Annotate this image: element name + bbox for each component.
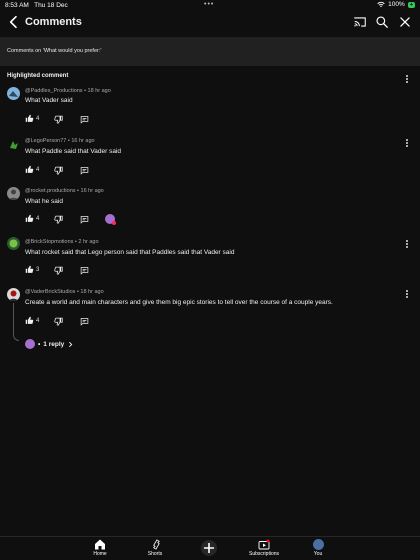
more-vert-icon[interactable]: [403, 74, 411, 84]
thumb-down-icon[interactable]: [54, 215, 63, 224]
subscriptions-icon: [258, 539, 270, 550]
reply-icon[interactable]: [80, 166, 89, 175]
thumb-up-icon[interactable]: [25, 165, 34, 174]
status-right: 100% +: [377, 1, 415, 8]
create-icon: [204, 543, 214, 553]
reply-icon[interactable]: [80, 115, 89, 124]
bottom-navigation: Home Shorts Subscriptions You: [0, 536, 420, 560]
video-context-banner[interactable]: Comments on 'What would you prefer:': [0, 37, 420, 66]
more-vert-icon[interactable]: [403, 289, 411, 299]
comment-actions: 4: [25, 114, 145, 124]
comment-text: What he said: [25, 198, 63, 205]
creator-avatar: [25, 339, 35, 349]
nav-shorts[interactable]: Shorts: [135, 539, 175, 557]
search-icon[interactable]: [375, 15, 389, 29]
highlighted-comment-label: Highlighted comment: [7, 73, 69, 79]
back-arrow-icon[interactable]: [6, 14, 22, 30]
thumb-down-icon[interactable]: [54, 115, 63, 124]
comment-actions: 3: [25, 265, 145, 275]
profile-avatar: [312, 539, 324, 550]
reply-icon[interactable]: [80, 215, 89, 224]
comment-text: What Paddle said that Vader said: [25, 148, 121, 155]
comment-author-meta[interactable]: @Paddles_Productions • 18 hr ago: [25, 88, 111, 94]
comment-text: What rocket said that Lego person said t…: [25, 249, 235, 256]
close-icon[interactable]: [398, 15, 412, 29]
comment-author-meta[interactable]: @VaderBrickStudios • 18 hr ago: [25, 289, 104, 295]
battery-percent: 100%: [388, 1, 405, 8]
creator-heart-icon: [105, 214, 116, 225]
reply-thread-line: [13, 303, 19, 341]
create-button[interactable]: [201, 540, 217, 556]
status-date: Thu 18 Dec: [34, 2, 68, 9]
status-time-date: 8:53 AM Thu 18 Dec: [5, 2, 68, 9]
thumb-down-icon[interactable]: [54, 166, 63, 175]
nav-subscriptions[interactable]: Subscriptions: [244, 539, 284, 557]
nav-home[interactable]: Home: [80, 539, 120, 557]
banner-text: Comments on 'What would you prefer:': [7, 48, 102, 54]
thumb-up-icon[interactable]: [25, 265, 34, 274]
comment-author-meta[interactable]: @rocket.productions • 16 hr ago: [25, 188, 104, 194]
comment-actions: 4: [25, 165, 145, 175]
comment-author-meta[interactable]: @BrickStopmotions • 2 hr ago: [25, 239, 99, 245]
thumb-down-icon[interactable]: [54, 317, 63, 326]
home-icon: [95, 539, 105, 550]
cast-icon[interactable]: [353, 15, 367, 29]
more-vert-icon[interactable]: [403, 138, 411, 148]
comment-actions: 4: [25, 316, 145, 326]
thumb-up-icon[interactable]: [25, 316, 34, 325]
avatar[interactable]: [7, 187, 20, 200]
reply-separator: •: [38, 340, 41, 348]
battery-icon: +: [407, 1, 415, 8]
chevron-right-icon: [69, 341, 73, 347]
view-replies-button[interactable]: • 1 reply: [25, 338, 74, 350]
reply-icon[interactable]: [80, 317, 89, 326]
reply-icon[interactable]: [80, 266, 89, 275]
reply-count: 1 reply: [43, 340, 65, 348]
status-bar: 8:53 AM Thu 18 Dec ••• 100% +: [0, 0, 420, 11]
like-count: 4: [36, 167, 40, 173]
status-time: 8:53 AM: [5, 2, 29, 9]
page-title: Comments: [25, 16, 82, 28]
comment-actions: 4: [25, 214, 145, 225]
nav-shorts-label: Shorts: [147, 551, 163, 557]
like-count: 4: [36, 318, 40, 324]
avatar[interactable]: [7, 237, 20, 250]
nav-subscriptions-label: Subscriptions: [248, 551, 279, 557]
shorts-icon: [152, 539, 160, 550]
avatar[interactable]: [7, 288, 20, 301]
like-count: 4: [36, 216, 40, 222]
comment-text: Create a world and main characters and g…: [25, 299, 333, 306]
nav-you[interactable]: You: [298, 539, 338, 557]
wifi-icon: [377, 1, 385, 8]
thumb-up-icon[interactable]: [25, 214, 34, 223]
comment-text: What Vader said: [25, 97, 73, 104]
comment-author-meta[interactable]: @LegoPerson77 • 16 hr ago: [25, 138, 95, 144]
like-count: 4: [36, 116, 40, 122]
avatar[interactable]: [7, 87, 20, 100]
thumb-up-icon[interactable]: [25, 114, 34, 123]
top-app-bar: Comments: [0, 11, 420, 35]
multitask-dots[interactable]: •••: [204, 1, 214, 8]
thumb-down-icon[interactable]: [54, 266, 63, 275]
avatar[interactable]: [7, 138, 20, 151]
more-vert-icon[interactable]: [403, 239, 411, 249]
nav-you-label: You: [313, 551, 323, 557]
like-count: 3: [36, 267, 40, 273]
nav-home-label: Home: [93, 551, 107, 557]
